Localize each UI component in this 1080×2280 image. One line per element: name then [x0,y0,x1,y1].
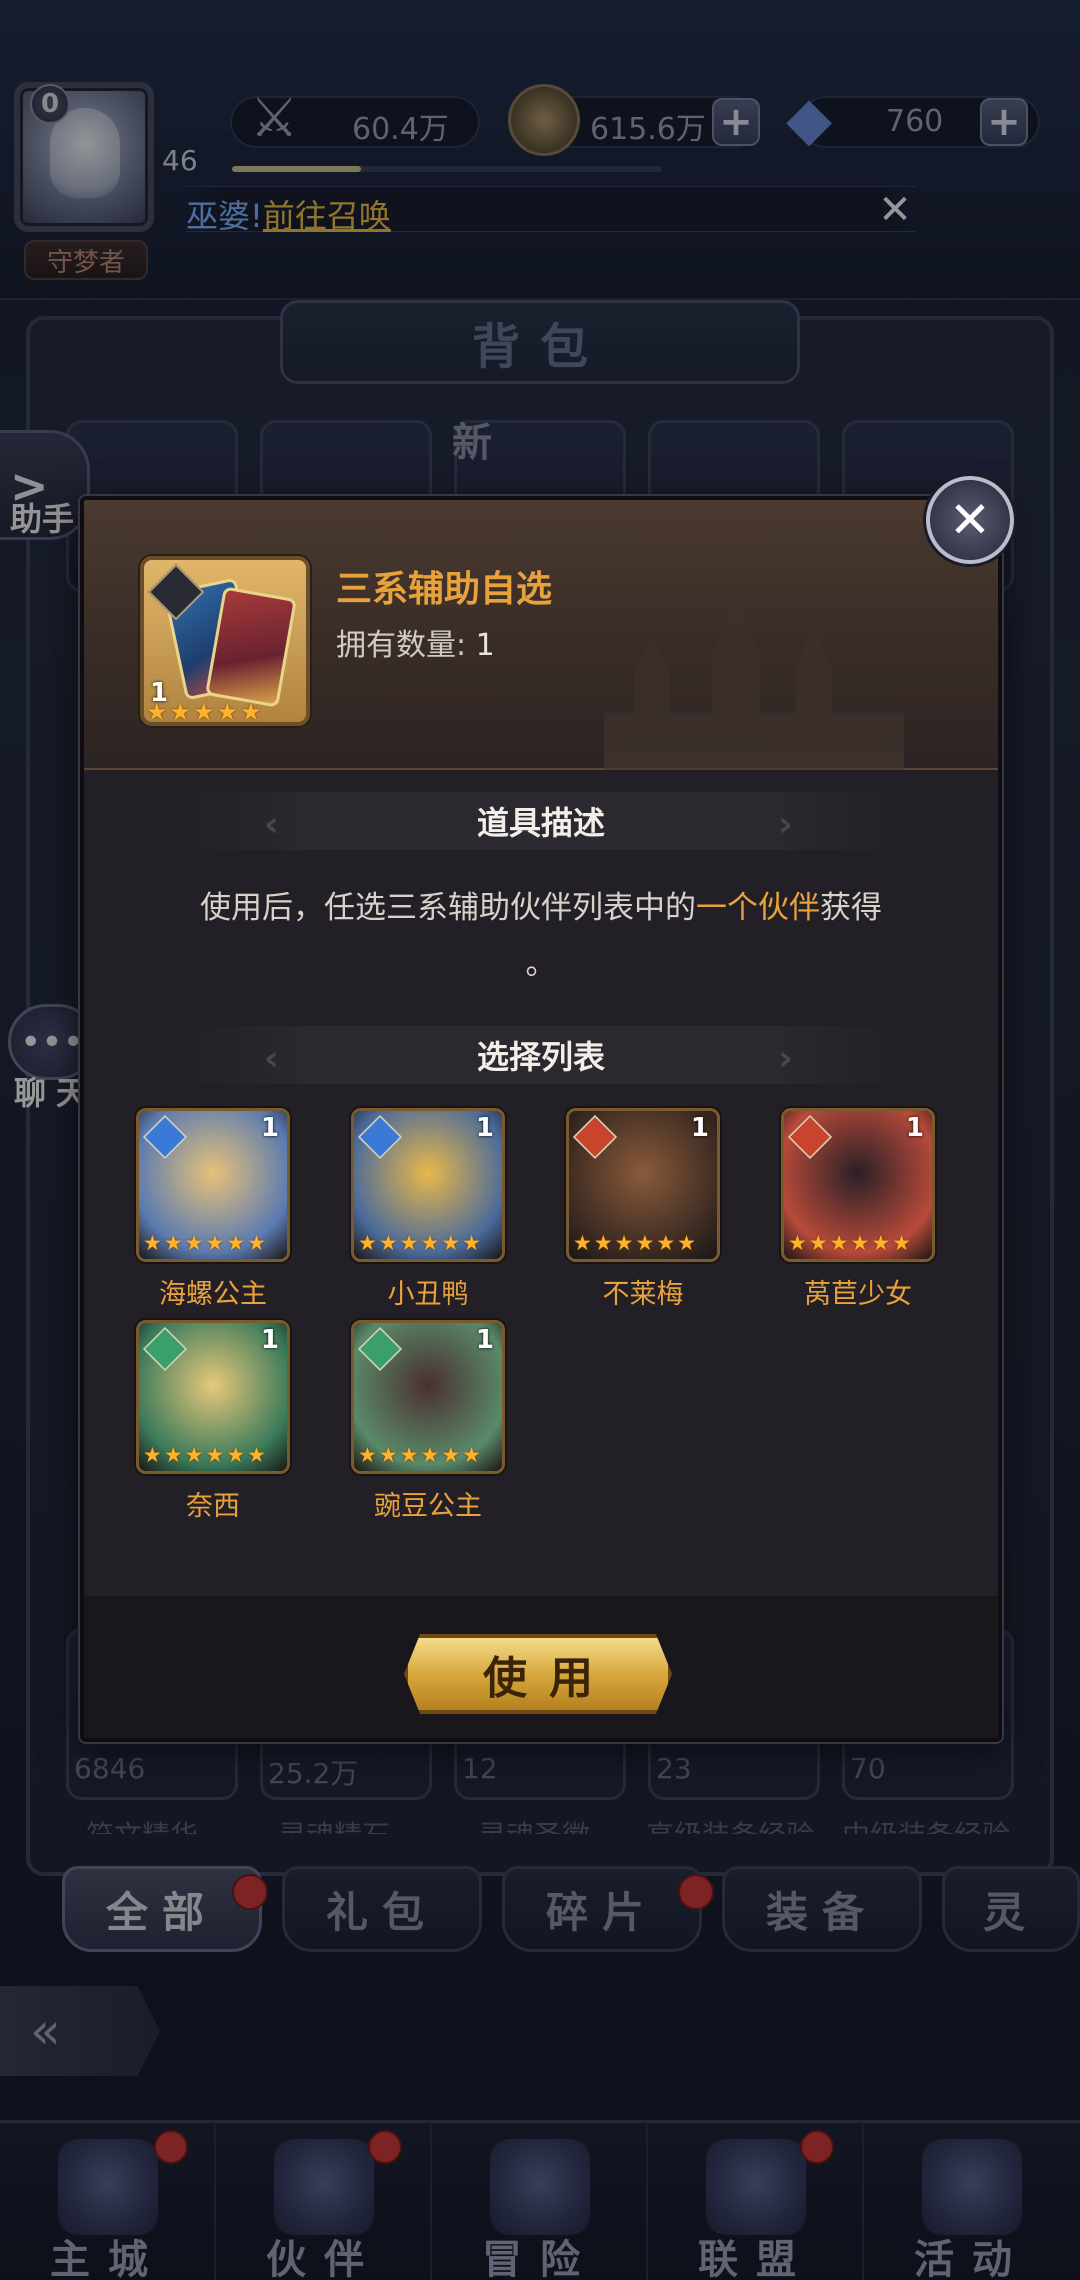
star-icon: ★ [358,1231,377,1255]
section-selection: ‹ 选择列表 › [174,1026,908,1084]
owned-label: 拥有数量: [336,628,467,663]
star-icon: ★ [399,1231,419,1255]
star-icon: ★ [593,1231,613,1255]
hero-card[interactable]: 1 ★ ★ ★ ★ ★ ★ [566,1108,720,1262]
hero-name: 奈西 [186,1491,240,1522]
item-detail-modal: 1 ★ ★ ★ ★ ★ 三系辅助自选 拥有数量: 1 ‹ 道具描述 › 使用后，任选三系… [80,496,1002,1742]
star-icon: ★ [850,1231,870,1255]
selection-title: 选择列表 [476,1038,605,1076]
hero-name: 豌豆公主 [374,1491,482,1522]
star-icon: ★ [143,1231,162,1255]
hero-stars: ★ ★ ★ ★ ★ ★ [358,1443,481,1467]
description-highlight: 一个伙伴 [696,890,820,926]
star-icon: ★ [247,1231,266,1255]
star-icon: ★ [205,1443,225,1467]
star-icon: ★ [808,1231,828,1255]
star-icon: ★ [378,1231,398,1255]
hero-stars: ★ ★ ★ ★ ★ ★ [143,1443,266,1467]
hero-stars: ★ ★ ★ ★ ★ ★ [573,1231,696,1255]
castle-silhouette [604,599,904,770]
description-text: 使用后，任选三系辅助伙伴列表中的 [200,890,696,926]
star-icon: ★ [829,1231,849,1255]
star-icon: ★ [193,698,215,726]
star-icon: ★ [462,1443,481,1467]
star-icon: ★ [573,1231,592,1255]
ornament-right-icon: › [778,804,793,845]
ornament-left-icon: ‹ [264,1038,279,1079]
star-icon: ★ [420,1443,440,1467]
star-icon: ★ [677,1231,696,1255]
hero-stars: ★ ★ ★ ★ ★ ★ [358,1231,481,1255]
star-icon: ★ [788,1231,807,1255]
description-tail: 。 [525,946,557,982]
star-icon: ★ [143,1443,162,1467]
hero-quantity: 1 [905,1113,924,1143]
description-title: 道具描述 [476,804,605,842]
ornament-left-icon: ‹ [264,804,279,845]
star-icon: ★ [656,1231,676,1255]
hero-card[interactable]: 1 ★ ★ ★ ★ ★ ★ [351,1320,505,1474]
star-icon: ★ [216,698,239,726]
star-icon: ★ [441,1443,461,1467]
hero-name: 莴苣少女 [804,1279,912,1310]
star-icon: ★ [146,698,168,726]
star-icon: ★ [184,1231,204,1255]
hero-name: 小丑鸭 [387,1279,469,1310]
hero-quantity: 1 [260,1113,279,1143]
hero-card[interactable]: 1 ★ ★ ★ ★ ★ ★ [351,1108,505,1262]
item-icon: 1 ★ ★ ★ ★ ★ [140,556,310,726]
item-stars: ★ ★ ★ ★ ★ [146,698,262,726]
hero-name: 不莱梅 [602,1279,684,1310]
description-text-end: 获得 [820,890,882,926]
hero-card[interactable]: 1 ★ ★ ★ ★ ★ ★ [781,1108,935,1262]
hero-quantity: 1 [475,1325,494,1355]
star-icon: ★ [169,698,192,726]
item-name: 三系辅助自选 [336,569,553,610]
star-icon: ★ [614,1231,634,1255]
star-icon: ★ [205,1231,225,1255]
star-icon: ★ [892,1231,911,1255]
star-icon: ★ [240,698,262,726]
star-icon: ★ [441,1231,461,1255]
star-icon: ★ [378,1443,398,1467]
star-icon: ★ [163,1443,183,1467]
star-icon: ★ [399,1443,419,1467]
ornament-right-icon: › [778,1038,793,1079]
item-description: 使用后，任选三系辅助伙伴列表中的一个伙伴获得。 [124,880,958,992]
hero-quantity: 1 [690,1113,709,1143]
star-icon: ★ [226,1231,246,1255]
use-button[interactable]: 使用 [404,1634,672,1714]
star-icon: ★ [871,1231,891,1255]
star-icon: ★ [420,1231,440,1255]
modal-close-icon[interactable]: ✕ [926,476,1014,564]
star-icon: ★ [226,1443,246,1467]
star-icon: ★ [462,1231,481,1255]
hero-quantity: 1 [260,1325,279,1355]
owned-count: 1 [475,628,495,663]
star-icon: ★ [247,1443,266,1467]
item-owned: 拥有数量: 1 [336,620,495,664]
hero-name: 海螺公主 [159,1279,267,1310]
section-description: ‹ 道具描述 › [174,792,908,850]
hero-stars: ★ ★ ★ ★ ★ ★ [788,1231,911,1255]
star-icon: ★ [184,1443,204,1467]
hero-quantity: 1 [475,1113,494,1143]
star-icon: ★ [358,1443,377,1467]
hero-card[interactable]: 1 ★ ★ ★ ★ ★ ★ [136,1108,290,1262]
star-icon: ★ [163,1231,183,1255]
star-icon: ★ [635,1231,655,1255]
hero-card[interactable]: 1 ★ ★ ★ ★ ★ ★ [136,1320,290,1474]
hero-stars: ★ ★ ★ ★ ★ ★ [143,1231,266,1255]
